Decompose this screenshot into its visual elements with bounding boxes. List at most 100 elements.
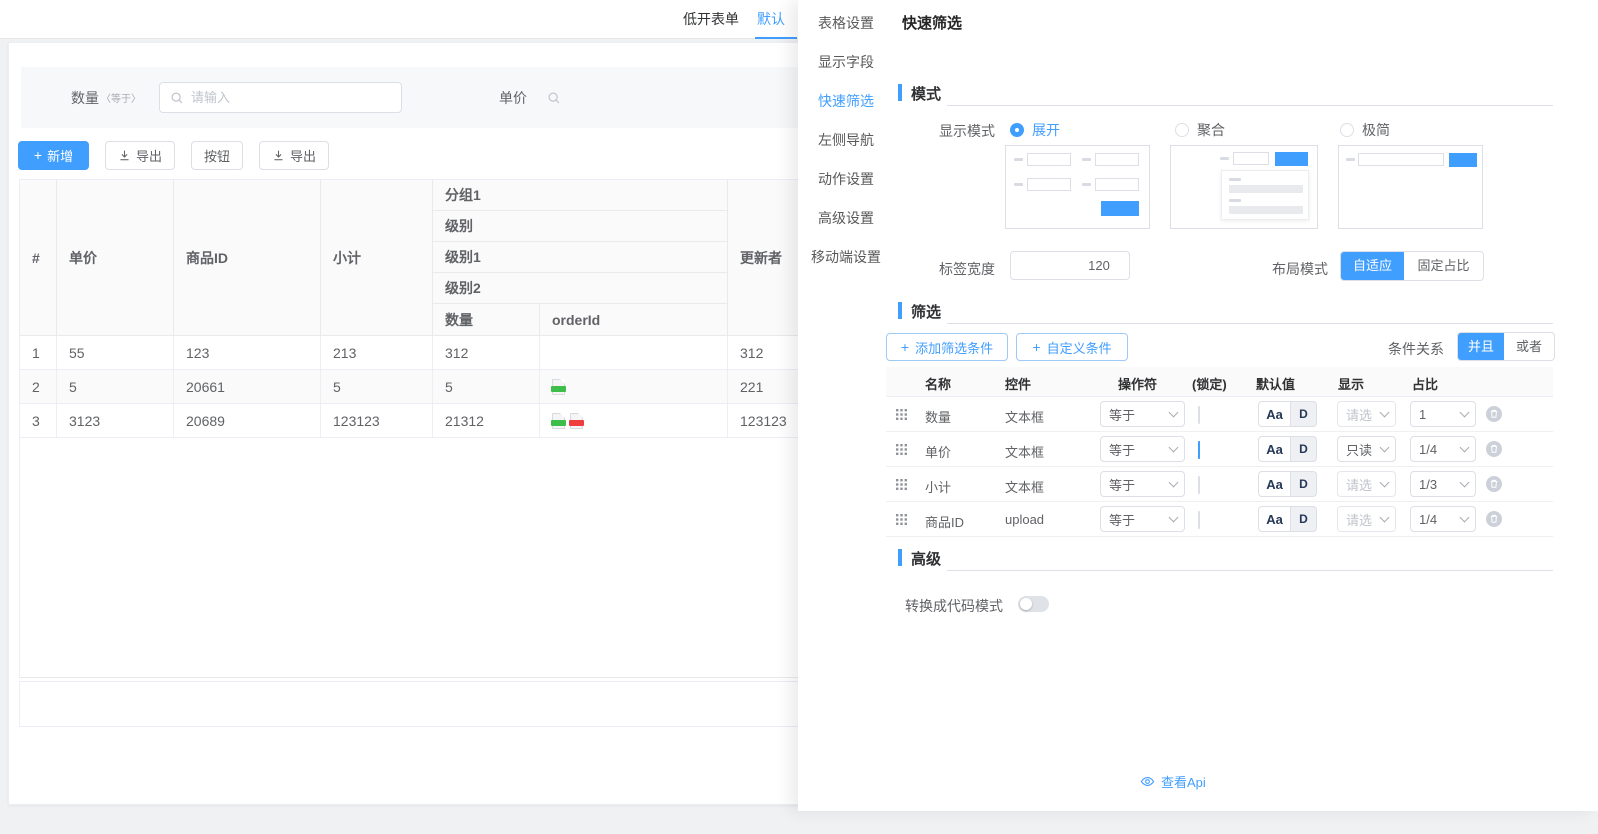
delete-condition-icon[interactable] [1486, 476, 1502, 495]
delete-condition-icon[interactable] [1486, 441, 1502, 460]
chevron-down-icon [1460, 478, 1470, 488]
view-api-label: 查看Api [1161, 772, 1206, 791]
ratio-select[interactable]: 1/4 [1410, 436, 1476, 462]
custom-condition-button[interactable]: 自定义条件 [1016, 333, 1128, 361]
operator-select[interactable]: 等于 [1100, 401, 1185, 427]
ratio-select[interactable]: 1/3 [1410, 471, 1476, 497]
export-button-2[interactable]: 导出 [259, 141, 329, 170]
download-icon [272, 149, 285, 162]
label-width-input[interactable] [1011, 252, 1130, 279]
default-text-button[interactable]: Aa [1258, 436, 1291, 462]
chevron-down-icon [1169, 478, 1179, 488]
mode-preview-minimal[interactable] [1338, 145, 1483, 229]
xlsx-file-icon[interactable] [552, 413, 565, 429]
settings-drawer: 表格设置 显示字段 快速筛选 左侧导航 动作设置 高级设置 移动端设置 快速筛选… [798, 0, 1598, 811]
drag-handle-icon[interactable] [895, 513, 908, 526]
nav-quick-filter[interactable]: 快速筛选 [798, 91, 894, 111]
col-quantity: 数量 [433, 304, 540, 335]
cell-subtotal: 213 [321, 336, 433, 369]
chevron-down-icon [1380, 443, 1390, 453]
add-button-label: 新增 [47, 146, 73, 165]
default-dynamic-button[interactable]: D [1291, 471, 1317, 497]
operator-select[interactable]: 等于 [1100, 471, 1185, 497]
eye-icon [1140, 774, 1155, 789]
display-select[interactable]: 请选 [1337, 506, 1396, 532]
filter-field-quantity-label: 数量 [71, 88, 99, 108]
default-dynamic-button[interactable]: D [1291, 401, 1317, 427]
relation-and-button[interactable]: 并且 [1458, 333, 1504, 360]
radio-label: 极简 [1362, 120, 1390, 140]
locked-checkbox[interactable] [1198, 406, 1200, 424]
default-text-button[interactable]: Aa [1258, 401, 1291, 427]
quantity-input[interactable] [191, 90, 391, 105]
delete-condition-icon[interactable] [1486, 406, 1502, 425]
drag-handle-icon[interactable] [895, 443, 908, 456]
nav-action-settings[interactable]: 动作设置 [798, 169, 894, 189]
ratio-select[interactable]: 1 [1410, 401, 1476, 427]
layout-adaptive-button[interactable]: 自适应 [1341, 252, 1404, 280]
header-display: 显示 [1338, 374, 1364, 393]
section-filter-title: 筛选 [911, 301, 941, 322]
drag-handle-icon[interactable] [895, 478, 908, 491]
nav-left-navigation[interactable]: 左侧导航 [798, 130, 894, 150]
locked-checkbox[interactable] [1198, 476, 1200, 494]
section-accent-bar [898, 549, 902, 566]
condition-row: 数量 文本框 等于 Aa D 请选 1 [886, 397, 1553, 432]
header-default: 默认值 [1256, 374, 1295, 393]
radio-mode-minimal[interactable]: 极简 [1340, 120, 1390, 140]
tab-default[interactable]: 默认 [757, 0, 785, 39]
default-dynamic-button[interactable]: D [1291, 436, 1317, 462]
relation-or-button[interactable]: 或者 [1504, 333, 1554, 360]
section-divider [947, 323, 1553, 324]
section-divider [947, 570, 1553, 571]
pdf-file-icon[interactable] [570, 413, 583, 429]
locked-checkbox[interactable] [1198, 511, 1200, 529]
drawer-content: 快速筛选 模式 显示模式 展开 聚合 极简 [898, 0, 1553, 811]
quantity-search-input[interactable] [159, 82, 402, 113]
header-locked: (锁定) [1192, 374, 1227, 393]
operator-select[interactable]: 等于 [1100, 506, 1185, 532]
display-select[interactable]: 只读 [1337, 436, 1396, 462]
col-group1: 分组1 [433, 180, 728, 211]
default-text-button[interactable]: Aa [1258, 506, 1291, 532]
cell-price: 5 [57, 370, 174, 403]
operator-select[interactable]: 等于 [1100, 436, 1185, 462]
nav-table-settings[interactable]: 表格设置 [798, 13, 894, 33]
default-dynamic-button[interactable]: D [1291, 506, 1317, 532]
drag-handle-icon[interactable] [895, 408, 908, 421]
mode-preview-aggregate[interactable] [1170, 145, 1318, 229]
code-mode-label: 转换成代码模式 [905, 596, 1003, 616]
label-width-stepper[interactable] [1010, 251, 1130, 280]
tab-form[interactable]: 低开表单 [683, 0, 739, 39]
view-api-link[interactable]: 查看Api [1140, 772, 1206, 791]
cell-product-id: 20689 [174, 404, 321, 437]
export-button-1[interactable]: 导出 [105, 141, 175, 170]
delete-condition-icon[interactable] [1486, 511, 1502, 530]
generic-button[interactable]: 按钮 [191, 141, 243, 170]
locked-checkbox[interactable] [1198, 441, 1200, 459]
layout-fixed-ratio-button[interactable]: 固定占比 [1404, 252, 1483, 280]
add-filter-condition-button[interactable]: 添加筛选条件 [886, 333, 1008, 361]
nav-display-fields[interactable]: 显示字段 [798, 52, 894, 72]
plus-icon [901, 340, 909, 355]
chevron-down-icon [1169, 513, 1179, 523]
xlsx-file-icon[interactable] [552, 379, 565, 395]
condition-relation-label: 条件关系 [1388, 339, 1444, 359]
ratio-select[interactable]: 1/4 [1410, 506, 1476, 532]
display-select[interactable]: 请选 [1337, 401, 1396, 427]
section-advanced: 高级 [898, 547, 1553, 569]
default-text-button[interactable]: Aa [1258, 471, 1291, 497]
display-select[interactable]: 请选 [1337, 471, 1396, 497]
condition-widget: 文本框 [1005, 407, 1044, 426]
cell-order-id [540, 336, 728, 369]
mode-preview-expand[interactable] [1005, 145, 1150, 229]
col-level1: 级别1 [433, 242, 728, 273]
cell-order-id [540, 370, 728, 403]
nav-advanced-settings[interactable]: 高级设置 [798, 208, 894, 228]
add-button[interactable]: 新增 [18, 141, 89, 170]
radio-mode-aggregate[interactable]: 聚合 [1175, 120, 1225, 140]
code-mode-toggle[interactable] [1018, 596, 1049, 612]
header-operator: 操作符 [1118, 374, 1157, 393]
radio-mode-expand[interactable]: 展开 [1010, 120, 1060, 140]
nav-mobile-settings[interactable]: 移动端设置 [798, 247, 894, 267]
